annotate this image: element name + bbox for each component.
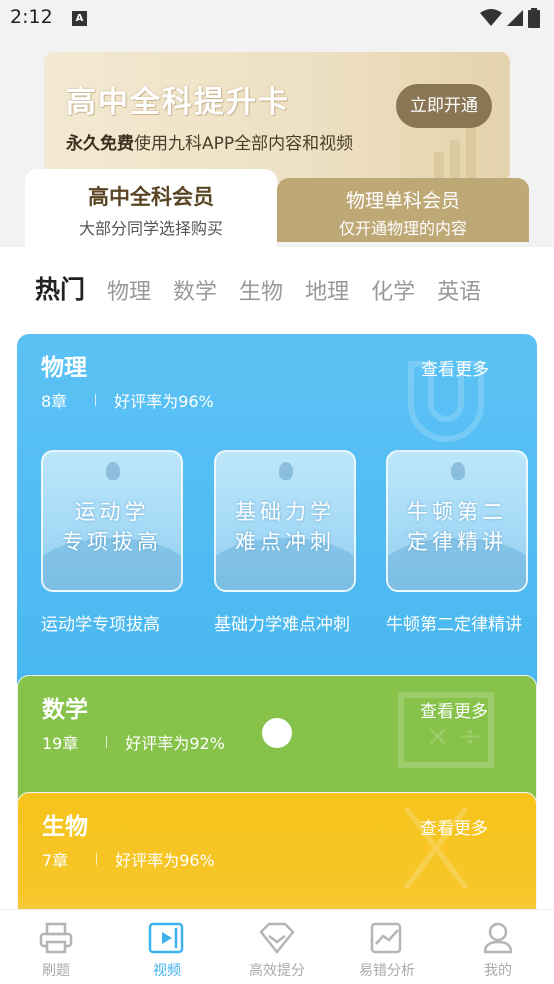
course-thumb-line2: 专项拔高 [62, 530, 162, 554]
nav-label: 高效提分 [249, 963, 305, 979]
chapter-count: 7章 [42, 851, 69, 870]
card-title: 数学 [42, 697, 88, 723]
course-thumb-line1: 牛顿第二 [407, 500, 507, 524]
status-icons [480, 8, 540, 28]
promo-subtitle: 永久免费使用九科APP全部内容和视频 [66, 129, 353, 154]
nav-item-mistakes[interactable]: 易错分析 [347, 922, 427, 980]
svg-text:× ÷: × ÷ [426, 719, 482, 752]
rating: 好评率为96% [114, 392, 214, 411]
nav-label: 刷题 [42, 963, 70, 979]
subject-tab-math[interactable]: 数学 [173, 274, 217, 306]
nav-label: 视频 [153, 963, 181, 979]
tab-subtitle: 大部分同学选择购买 [78, 219, 223, 238]
bottom-nav: 刷题 视频 高效提分 易错分析 我的 [0, 909, 554, 984]
subject-tabs: 热门 物理 数学 生物 地理 化学 英语 [35, 270, 481, 306]
status-bar: 2:12 A [0, 0, 554, 38]
see-more-link[interactable]: 查看更多 [421, 355, 489, 380]
course-thumbnail[interactable]: 牛顿第二 定律精讲 [386, 450, 528, 592]
tab-title: 物理单科会员 [345, 190, 460, 212]
video-icon [148, 922, 184, 954]
chart-icon [370, 922, 402, 954]
promo-sub-bold: 永久免费 [66, 134, 134, 154]
course-thumb-line2: 难点冲刺 [235, 530, 335, 554]
course-label[interactable]: 运动学专项拔高 [41, 610, 160, 635]
nav-label: 易错分析 [359, 963, 415, 979]
subject-tab-hot[interactable]: 热门 [35, 270, 86, 306]
subject-tab-biology[interactable]: 生物 [239, 274, 283, 306]
nav-item-practice[interactable]: 刷题 [16, 922, 96, 980]
subject-tab-physics[interactable]: 物理 [107, 274, 151, 306]
user-icon [483, 922, 513, 954]
see-more-link[interactable]: 查看更多 [420, 697, 488, 722]
nav-item-video[interactable]: 视频 [127, 922, 207, 980]
see-more-link[interactable]: 查看更多 [420, 814, 488, 839]
rating: 好评率为92% [125, 734, 225, 753]
status-time: 2:12 [10, 6, 53, 28]
chapter-count: 8章 [41, 392, 68, 411]
promo-banner[interactable]: 高中全科提升卡 永久免费使用九科APP全部内容和视频 立即开通 [44, 52, 510, 182]
card-meta: 19章 好评率为92% [42, 730, 225, 754]
promo-sub-rest: 使用九科APP全部内容和视频 [134, 134, 354, 154]
course-thumb-line1: 运动学 [74, 500, 150, 524]
rating: 好评率为96% [115, 851, 215, 870]
growth-chart-decoration [434, 128, 476, 182]
notification-a-icon: A [72, 11, 87, 26]
card-meta: 7章 好评率为96% [42, 847, 215, 871]
course-thumb-line1: 基础力学 [235, 500, 335, 524]
water-drop-image [279, 462, 293, 480]
tab-all-subjects-membership[interactable]: 高中全科会员 大部分同学选择购买 [25, 169, 277, 247]
battery-icon [528, 8, 540, 28]
subject-tab-geography[interactable]: 地理 [305, 274, 349, 306]
physics-card: 物理 8章 好评率为96% 查看更多 运动学 专项拔高 基础力学 难点冲刺 牛顿… [17, 334, 537, 694]
card-title: 生物 [42, 814, 88, 840]
course-thumb-line2: 定律精讲 [407, 530, 507, 554]
course-thumbnail[interactable]: 基础力学 难点冲刺 [214, 450, 356, 592]
card-title: 物理 [41, 355, 87, 381]
tab-physics-membership[interactable]: 物理单科会员 仅开通物理的内容 [277, 178, 529, 242]
chapter-count: 19章 [42, 734, 79, 753]
printer-icon [39, 922, 73, 954]
nav-item-boost[interactable]: 高效提分 [237, 922, 317, 980]
diamond-icon [259, 922, 295, 954]
nav-label: 我的 [484, 963, 512, 979]
course-label[interactable]: 基础力学难点冲刺 [214, 610, 350, 635]
touch-indicator [262, 718, 292, 748]
subject-tab-chemistry[interactable]: 化学 [371, 274, 415, 306]
water-drop-image [451, 462, 465, 480]
wifi-icon [480, 9, 502, 26]
signal-icon [507, 10, 523, 26]
tab-subtitle: 仅开通物理的内容 [338, 219, 467, 238]
card-meta: 8章 好评率为96% [41, 388, 214, 412]
course-thumbnail[interactable]: 运动学 专项拔高 [41, 450, 183, 592]
tab-title: 高中全科会员 [88, 185, 214, 209]
divider [95, 394, 97, 406]
promo-title: 高中全科提升卡 [66, 85, 290, 120]
subject-tab-english[interactable]: 英语 [437, 274, 481, 306]
divider [106, 736, 108, 748]
nav-item-profile[interactable]: 我的 [458, 922, 538, 980]
water-drop-image [106, 462, 120, 480]
divider [96, 853, 98, 865]
course-label[interactable]: 牛顿第二定律精讲 [386, 610, 522, 635]
